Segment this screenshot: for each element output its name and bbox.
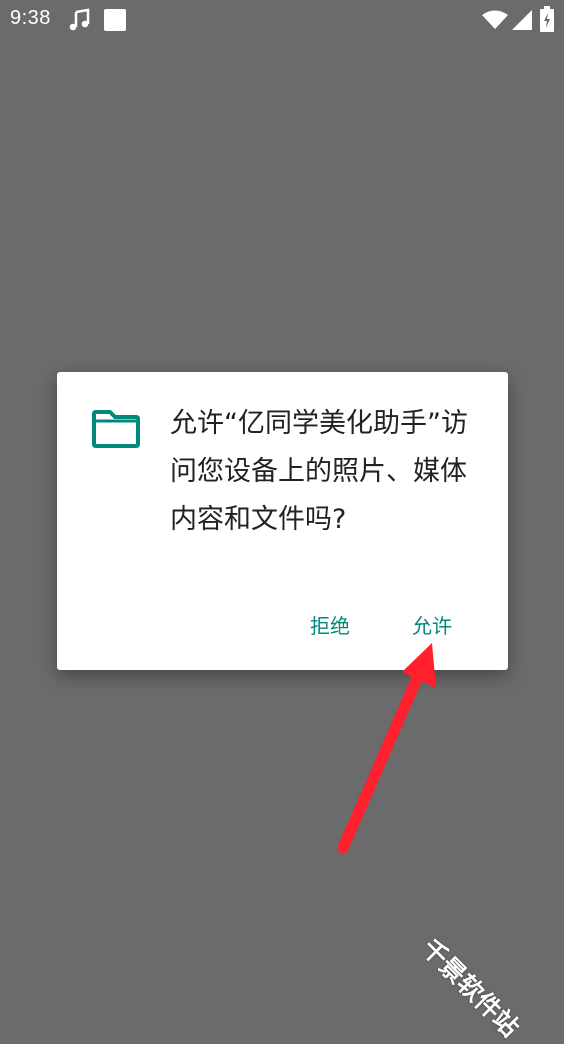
red-arrow-annotation <box>337 643 436 854</box>
